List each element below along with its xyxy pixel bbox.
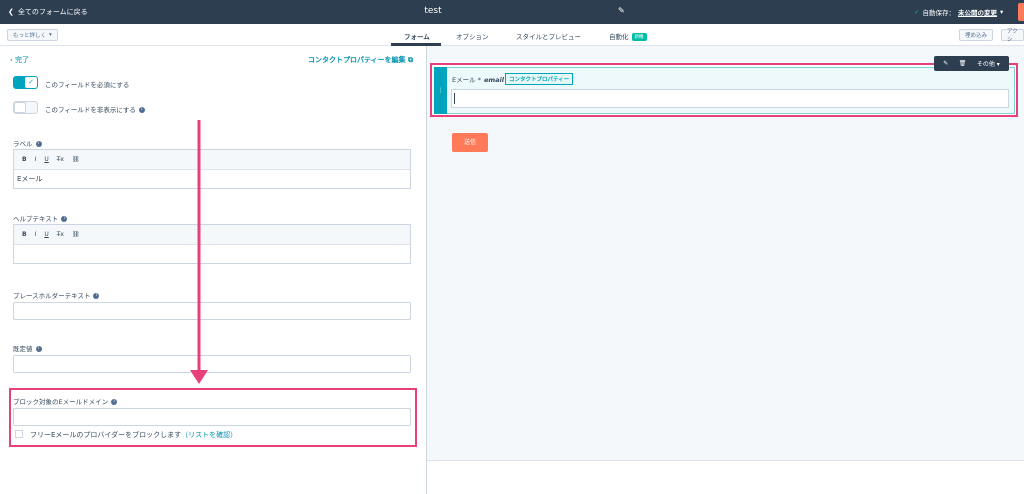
more-menu[interactable]: その他 ▾: [977, 59, 1000, 68]
tab-automation-label: 自動化: [609, 33, 629, 41]
blocked-domains-label: ブロック対象のEメールドメイン i: [13, 396, 118, 406]
placeholder-text-input[interactable]: [13, 302, 411, 320]
more-details-label: もっと詳しく: [13, 33, 47, 39]
edit-contact-property-link[interactable]: コンタクトプロパティーを編集 ⧉: [308, 55, 413, 65]
rich-text-toolbar: B I U T̶x ⛓: [14, 225, 410, 245]
check-icon: ✓: [25, 77, 37, 88]
email-label-text: Eメール *: [452, 76, 481, 84]
label-rich-text-editor: B I U T̶x ⛓ Eメール: [13, 149, 411, 189]
placeholder-label-text: プレースホルダーテキスト: [13, 292, 91, 300]
link-icon[interactable]: ⛓: [72, 231, 80, 238]
bold-icon[interactable]: B: [22, 231, 27, 238]
preview-bottom-bar: [427, 460, 1024, 494]
required-toggle-label: このフィールドを必須にする: [45, 81, 130, 89]
italic-icon[interactable]: I: [35, 231, 37, 238]
required-toggle[interactable]: ✓: [13, 76, 38, 89]
underline-icon[interactable]: U: [44, 231, 48, 238]
submit-button[interactable]: 送信: [452, 133, 488, 152]
block-free-providers-label: フリーEメールのプロバイダーをブロックします（リストを確認）: [30, 430, 237, 440]
field-action-toolbar: ✎ 🗑 その他 ▾: [934, 56, 1009, 71]
done-label: 完了: [15, 56, 30, 64]
rich-text-toolbar: B I U T̶x ⛓: [14, 150, 410, 170]
label-input[interactable]: Eメール: [14, 170, 410, 188]
internal-name: email: [483, 76, 504, 84]
info-icon[interactable]: i: [61, 216, 68, 222]
tab-automation[interactable]: 自動化 新機: [609, 31, 647, 41]
see-list-link[interactable]: （リストを確認）: [181, 431, 237, 439]
clear-format-icon[interactable]: T̶x: [57, 156, 64, 163]
italic-icon[interactable]: I: [35, 156, 37, 163]
block-free-text: フリーEメールのプロバイダーをブロックします: [30, 431, 182, 439]
publish-button[interactable]: [1018, 3, 1024, 21]
tab-options[interactable]: オプション: [456, 31, 489, 41]
label-text: ラベル: [13, 140, 33, 148]
external-link-icon: ⧉: [408, 56, 413, 64]
edit-property-label: コンタクトプロパティーを編集: [307, 56, 406, 64]
help-text-input[interactable]: [14, 245, 410, 263]
hidden-label-text: このフィールドを非表示にする: [45, 106, 136, 114]
field-editor-panel: ‹ 完了 コンタクトプロパティーを編集 ⧉ ✓ このフィールドを必須にする この…: [0, 46, 427, 494]
bold-icon[interactable]: B: [22, 156, 27, 163]
hidden-toggle[interactable]: [13, 101, 38, 114]
chevron-down-icon: ▾: [49, 32, 52, 38]
tab-style-preview[interactable]: スタイルとプレビュー: [516, 31, 581, 41]
top-bar: ❮ 全てのフォームに戻る test ✎ ✓ 自動保存： 未公開の変更 ▾: [0, 0, 1024, 24]
email-preview-input[interactable]: [451, 89, 1009, 108]
chevron-down-icon[interactable]: ▾: [1000, 8, 1003, 16]
more-label: その他: [976, 61, 995, 68]
toggle-knob: [14, 102, 26, 113]
default-value-text: 既定値: [13, 345, 33, 353]
unpublished-changes-link[interactable]: 未公開の変更: [958, 7, 997, 17]
block-free-providers-checkbox[interactable]: [15, 430, 23, 438]
help-text-rich-text-editor: B I U T̶x ⛓: [13, 224, 411, 264]
blocked-domains-input[interactable]: [13, 408, 411, 426]
clear-format-icon[interactable]: T̶x: [57, 231, 64, 238]
hidden-toggle-label: このフィールドを非表示にする i: [45, 104, 145, 114]
tab-form[interactable]: フォーム: [404, 31, 430, 41]
email-field-label: Eメール * email: [452, 74, 504, 84]
new-badge: 新機: [631, 33, 647, 41]
underline-icon[interactable]: U: [44, 156, 48, 163]
blocked-domains-text: ブロック対象のEメールドメイン: [13, 398, 109, 406]
pencil-icon[interactable]: ✎: [618, 6, 625, 15]
actions-button[interactable]: アクシ: [1001, 29, 1024, 43]
info-icon[interactable]: i: [93, 293, 100, 299]
contact-property-tag: コンタクトプロパティー: [505, 73, 574, 85]
embed-button[interactable]: 埋め込み: [959, 29, 994, 41]
delete-icon[interactable]: 🗑: [959, 60, 967, 67]
done-button[interactable]: ‹ 完了: [10, 55, 29, 65]
info-icon[interactable]: i: [138, 107, 145, 113]
placeholder-text-label: プレースホルダーテキスト i: [13, 290, 100, 300]
pencil-icon[interactable]: ✎: [943, 60, 948, 67]
label-field-label: ラベル i: [13, 138, 42, 148]
info-icon[interactable]: i: [35, 346, 42, 352]
default-value-label: 既定値 i: [13, 343, 42, 353]
autosave-status: ✓ 自動保存： 未公開の変更 ▾: [914, 7, 1003, 17]
link-icon[interactable]: ⛓: [72, 156, 80, 163]
drag-handle-icon[interactable]: ⋮: [434, 67, 447, 114]
check-icon: ✓: [914, 8, 920, 16]
autosave-label: 自動保存：: [922, 9, 955, 17]
info-icon[interactable]: i: [35, 141, 42, 147]
more-details-button[interactable]: もっと詳しく ▾: [7, 29, 58, 41]
help-text-label: ヘルプテキスト i: [13, 213, 68, 223]
help-text-text: ヘルプテキスト: [13, 215, 59, 223]
default-value-input[interactable]: [13, 355, 411, 373]
tab-bar: もっと詳しく ▾ フォーム オプション スタイルとプレビュー 自動化 新機 埋め込…: [0, 24, 1024, 46]
text-cursor: [454, 93, 455, 104]
form-title[interactable]: test: [0, 6, 866, 16]
info-icon[interactable]: i: [111, 399, 118, 405]
